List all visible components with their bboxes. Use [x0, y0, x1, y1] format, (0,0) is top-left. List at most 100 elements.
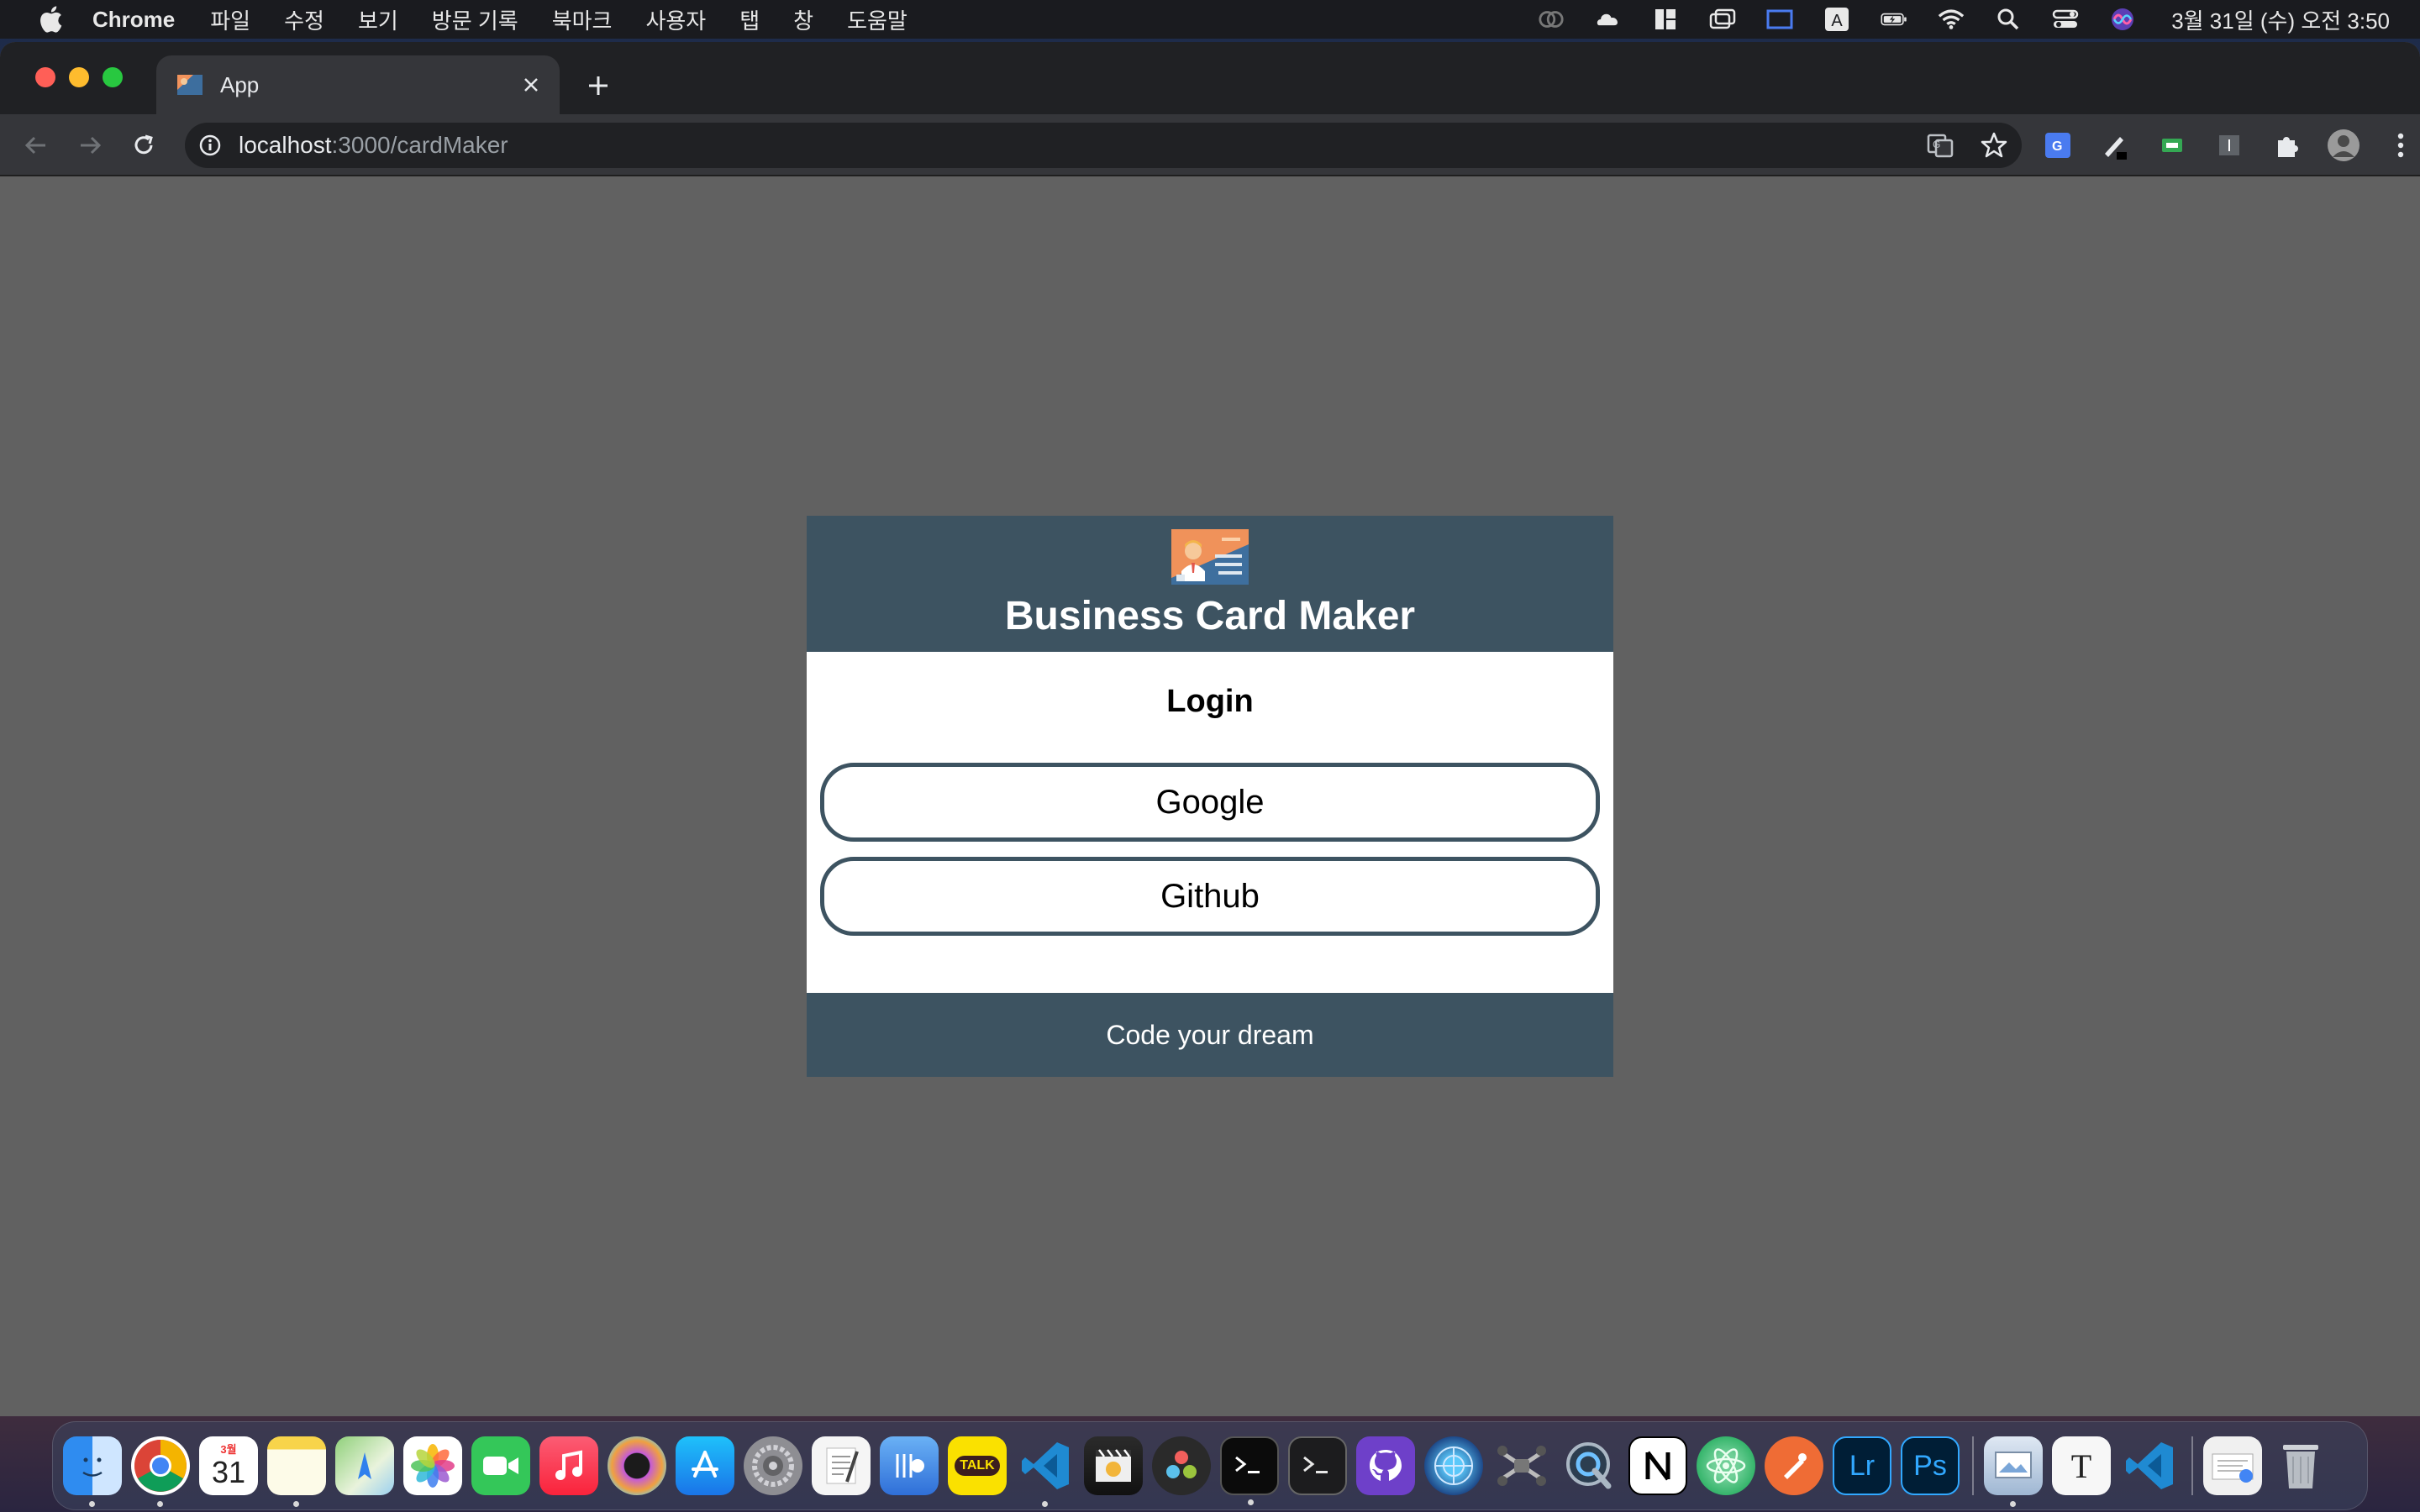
window-minimize-button[interactable] [69, 67, 89, 87]
new-tab-button[interactable] [580, 67, 617, 104]
terminal-alt-dock-icon[interactable] [1220, 1436, 1279, 1505]
window-controls [35, 67, 123, 87]
app-title: Business Card Maker [1004, 594, 1416, 638]
notes-dock-icon[interactable] [267, 1436, 326, 1507]
window-zoom-button[interactable] [103, 67, 123, 87]
cloud-app-icon[interactable] [1595, 6, 1622, 33]
menu-help[interactable]: 도움말 [847, 4, 908, 35]
terminal-dock-icon[interactable] [1288, 1436, 1347, 1495]
green-extension-icon[interactable] [2151, 124, 2193, 166]
textedit-dock-icon[interactable] [812, 1436, 871, 1495]
mission-control-icon[interactable] [1709, 6, 1736, 33]
google-login-button[interactable]: Google [820, 763, 1600, 842]
calendar-day: 31 [211, 1455, 246, 1489]
svg-text:A: A [1832, 12, 1844, 30]
menubar-clock[interactable]: 3월 31일 (수) 오전 3:50 [2171, 4, 2390, 35]
forward-button[interactable] [69, 124, 111, 166]
menu-file[interactable]: 파일 [210, 4, 250, 35]
menu-view[interactable]: 보기 [358, 4, 398, 35]
trash-dock-icon[interactable] [2271, 1436, 2330, 1495]
davinci-resolve-dock-icon[interactable] [1152, 1436, 1211, 1495]
kakaotalk-dock-icon[interactable]: TALK [948, 1436, 1007, 1495]
translate-icon[interactable]: G [1926, 131, 1954, 165]
facetime-dock-icon[interactable] [471, 1436, 530, 1495]
vscode-recent-dock-icon[interactable] [2120, 1436, 2179, 1495]
vscode-dock-icon[interactable] [1016, 1436, 1075, 1507]
extensions-puzzle-icon[interactable] [2265, 124, 2307, 166]
atom-dock-icon[interactable] [1697, 1436, 1755, 1495]
menu-history[interactable]: 방문 기록 [432, 4, 518, 35]
menu-window[interactable]: 창 [793, 4, 813, 35]
page-viewport: Business Card Maker Login Google Github … [0, 176, 2420, 1416]
siri-icon[interactable] [2109, 6, 2136, 33]
browser-toolbar: localhost:3000/cardMaker G G [0, 114, 2420, 176]
profile-avatar[interactable] [2323, 124, 2365, 166]
menu-tab[interactable]: 탭 [739, 4, 760, 35]
photoshop-dock-icon[interactable]: Ps [1901, 1436, 1960, 1495]
final-cut-pro-dock-icon[interactable] [1084, 1436, 1143, 1495]
back-button[interactable] [15, 124, 57, 166]
photos-dock-icon[interactable] [403, 1436, 462, 1495]
typora-dock-icon[interactable]: T [2052, 1436, 2111, 1495]
address-bar[interactable]: localhost:3000/cardMaker G [185, 123, 2022, 168]
input-source-icon[interactable]: A [1823, 6, 1850, 33]
url-host: localhost [239, 132, 332, 158]
lightroom-dock-icon[interactable]: Lr [1833, 1436, 1891, 1495]
network-radar-dock-icon[interactable] [1424, 1436, 1483, 1495]
tab-strip: App [0, 42, 2420, 114]
photo-booth-dock-icon[interactable] [608, 1436, 666, 1495]
calendar-dock-icon[interactable]: 3월 31 [199, 1436, 258, 1495]
quicktime-dock-icon[interactable] [1560, 1436, 1619, 1495]
finder-dock-icon[interactable] [63, 1436, 122, 1507]
preview-dock-icon[interactable] [1984, 1436, 2043, 1507]
business-card-favicon-icon [176, 71, 203, 98]
dock-separator [2191, 1436, 2193, 1495]
chrome-dock-icon[interactable] [131, 1436, 190, 1507]
login-heading: Login [1166, 684, 1254, 719]
postman-dock-icon[interactable] [1765, 1436, 1823, 1495]
pen-extension-icon[interactable] [2094, 124, 2136, 166]
notion-dock-icon[interactable] [1628, 1436, 1687, 1495]
menubar-status-area: A 3월 31일 (수) 오전 3:50 [1538, 0, 2390, 39]
window-close-button[interactable] [35, 67, 55, 87]
text-cursor-extension-icon[interactable] [2208, 124, 2250, 166]
site-info-icon[interactable] [197, 132, 224, 159]
extensions-row: G [2037, 124, 2420, 166]
downloads-stack-dock-icon[interactable] [2203, 1436, 2262, 1495]
wifi-icon[interactable] [1938, 6, 1965, 33]
music-dock-icon[interactable] [539, 1436, 598, 1495]
menu-bookmarks[interactable]: 북마크 [552, 4, 613, 35]
google-translate-extension-icon[interactable]: G [2037, 124, 2079, 166]
app-store-dock-icon[interactable] [676, 1436, 734, 1495]
window-layout-icon[interactable] [1652, 6, 1679, 33]
tab-title: App [220, 71, 260, 97]
reload-button[interactable] [123, 124, 165, 166]
tab-app[interactable]: App [156, 55, 560, 114]
creative-cloud-icon[interactable] [1538, 6, 1565, 33]
chrome-menu-icon[interactable] [2380, 124, 2420, 166]
menu-edit[interactable]: 수정 [284, 4, 324, 35]
maps-dock-icon[interactable] [335, 1436, 394, 1495]
apple-menu-icon[interactable] [34, 3, 67, 36]
macos-menubar: Chrome 파일 수정 보기 방문 기록 북마크 사용자 탭 창 도움말 A [0, 0, 2420, 39]
menu-app-chrome[interactable]: Chrome [92, 7, 175, 33]
running-indicator [293, 1501, 299, 1507]
github-desktop-dock-icon[interactable] [1356, 1436, 1415, 1495]
tab-close-icon[interactable] [516, 70, 546, 100]
github-login-button[interactable]: Github [820, 857, 1600, 936]
running-indicator [2010, 1501, 2016, 1507]
battery-icon[interactable] [1881, 6, 1907, 33]
macos-dock: 3월 31 TALK Lr Ps T [52, 1421, 2368, 1510]
menu-profiles[interactable]: 사용자 [645, 4, 706, 35]
system-preferences-dock-icon[interactable] [744, 1436, 802, 1495]
screen-mirroring-icon[interactable] [1766, 6, 1793, 33]
control-center-icon[interactable] [2052, 6, 2079, 33]
lightroom-label: Lr [1849, 1449, 1876, 1482]
business-card-logo-icon [1171, 529, 1249, 585]
running-indicator [89, 1501, 95, 1507]
spotlight-search-icon[interactable] [1995, 6, 2022, 33]
bookmark-star-icon[interactable] [1980, 131, 2008, 165]
korean-dictionary-dock-icon[interactable] [880, 1436, 939, 1495]
drone-app-dock-icon[interactable] [1492, 1436, 1551, 1495]
svg-text:G: G [2052, 139, 2062, 154]
